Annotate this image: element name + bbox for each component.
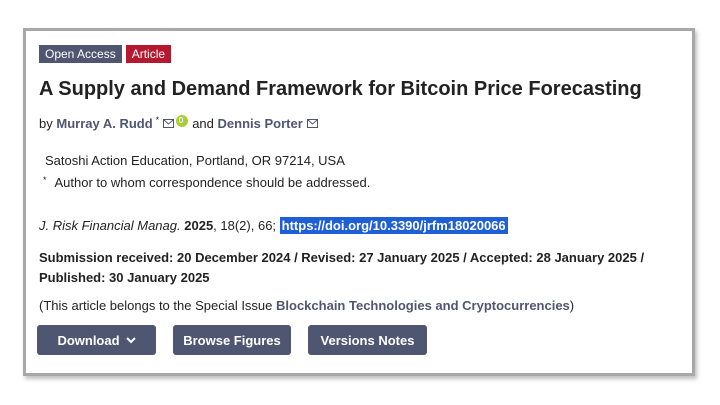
article-type-badge: Article [125,45,172,63]
download-button[interactable]: Download [37,325,156,355]
citation-year: 2025 [184,218,214,233]
special-issue-suffix: ) [569,298,575,313]
badge-row: Open Access Article [39,45,172,63]
orcid-icon[interactable] [176,114,189,127]
open-access-badge[interactable]: Open Access [39,45,122,63]
browse-figures-label: Browse Figures [183,332,281,348]
author-link-porter[interactable]: Dennis Porter [218,116,303,131]
correspondence-text: Author to whom correspondence should be … [54,175,371,190]
journal-name: J. Risk Financial Manag. [39,218,181,233]
author-line: by Murray A. Rudd * and Dennis Porter [39,114,320,131]
affiliation: Satoshi Action Education, Portland, OR 9… [45,153,345,168]
special-issue-link[interactable]: Blockchain Technologies and Cryptocurren… [276,298,570,313]
doi-link[interactable]: https://doi.org/10.3390/jrfm18020066 [279,217,508,234]
and-label: and [192,116,214,131]
special-issue-prefix: (This article belongs to the Special Iss… [39,298,277,313]
article-title: A Supply and Demand Framework for Bitcoi… [39,78,642,100]
article-header-panel: Open Access Article A Supply and Demand … [23,28,695,376]
browse-figures-button[interactable]: Browse Figures [173,325,291,355]
author-link-rudd[interactable]: Murray A. Rudd [56,116,152,131]
download-label: Download [57,332,120,348]
by-label: by [39,116,53,131]
chevron-down-icon [125,336,136,343]
corresponding-mark: * [155,114,160,125]
correspondence-mark: * [43,175,47,185]
email-icon[interactable] [163,119,175,128]
versions-notes-label: Versions Notes [320,332,415,348]
email-icon[interactable] [306,119,318,128]
citation-line: J. Risk Financial Manag. 2025, 18(2), 66… [39,217,508,234]
correspondence-note: * Author to whom correspondence should be… [43,175,370,190]
special-issue-note: (This article belongs to the Special Iss… [39,298,574,313]
versions-notes-button[interactable]: Versions Notes [308,325,427,355]
citation-volume: , 18(2), 66; [213,218,280,233]
publication-dates: Submission received: 20 December 2024 / … [39,250,645,285]
